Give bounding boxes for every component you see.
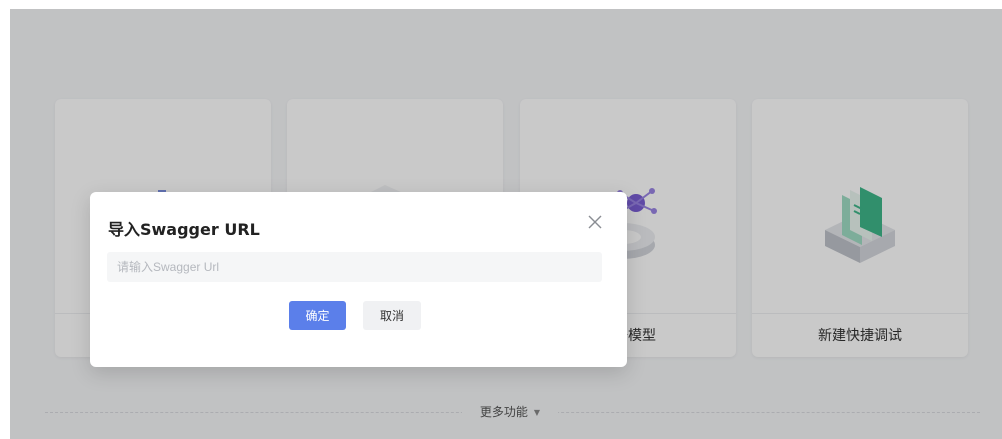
close-icon[interactable] [586, 213, 604, 231]
top-frame-strip [0, 0, 1002, 9]
cancel-button[interactable]: 取消 [363, 301, 421, 330]
import-swagger-dialog: 导入Swagger URL 确定 取消 [90, 192, 627, 367]
swagger-url-input[interactable] [107, 252, 602, 282]
dialog-title: 导入Swagger URL [108, 220, 260, 239]
left-frame-strip [0, 0, 10, 439]
confirm-button[interactable]: 确定 [289, 301, 346, 330]
